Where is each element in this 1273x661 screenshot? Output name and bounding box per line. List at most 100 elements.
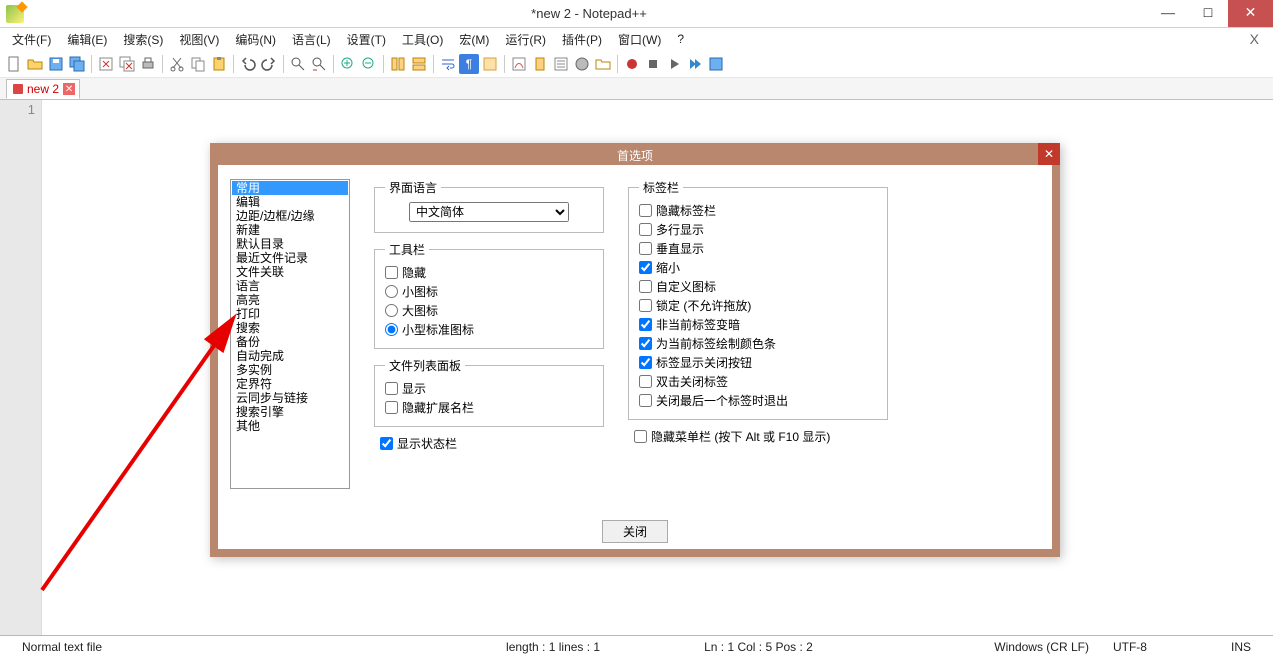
dialog-title-bar: 首选项 ✕ bbox=[210, 143, 1060, 165]
menu-search[interactable]: 搜索(S) bbox=[115, 29, 171, 50]
category-item[interactable]: 边距/边框/边缘 bbox=[232, 209, 348, 223]
minimize-button[interactable]: — bbox=[1148, 0, 1188, 27]
toolbar-small-radio[interactable]: 小图标 bbox=[385, 283, 593, 300]
app-icon bbox=[6, 5, 24, 23]
category-item[interactable]: 自动完成 bbox=[232, 349, 348, 363]
menu-settings[interactable]: 设置(T) bbox=[339, 29, 394, 50]
mdi-close-button[interactable]: X bbox=[1240, 31, 1269, 47]
show-statusbar-check[interactable]: 显示状态栏 bbox=[374, 435, 604, 452]
menu-macro[interactable]: 宏(M) bbox=[451, 29, 497, 50]
tabbar-option[interactable]: 关闭最后一个标签时退出 bbox=[639, 392, 877, 409]
filelist-hideext-check[interactable]: 隐藏扩展名栏 bbox=[385, 399, 593, 416]
tabbar-option[interactable]: 锁定 (不允许拖放) bbox=[639, 297, 877, 314]
category-item[interactable]: 备份 bbox=[232, 335, 348, 349]
category-item[interactable]: 搜索 bbox=[232, 321, 348, 335]
menu-edit[interactable]: 编辑(E) bbox=[59, 29, 115, 50]
play-macro-icon[interactable] bbox=[664, 54, 684, 74]
category-item[interactable]: 新建 bbox=[232, 223, 348, 237]
copy-icon[interactable] bbox=[188, 54, 208, 74]
menu-tools[interactable]: 工具(O) bbox=[394, 29, 451, 50]
toolbar-hide-check[interactable]: 隐藏 bbox=[385, 264, 593, 281]
category-item[interactable]: 其他 bbox=[232, 419, 348, 433]
category-item[interactable]: 多实例 bbox=[232, 363, 348, 377]
save-icon[interactable] bbox=[46, 54, 66, 74]
toolbar-big-radio[interactable]: 大图标 bbox=[385, 302, 593, 319]
menu-encoding[interactable]: 编码(N) bbox=[227, 29, 284, 50]
new-file-icon[interactable] bbox=[4, 54, 24, 74]
sync-h-icon[interactable] bbox=[409, 54, 429, 74]
zoom-out-icon[interactable] bbox=[359, 54, 379, 74]
category-item[interactable]: 最近文件记录 bbox=[232, 251, 348, 265]
save-all-icon[interactable] bbox=[67, 54, 87, 74]
print-icon[interactable] bbox=[138, 54, 158, 74]
open-file-icon[interactable] bbox=[25, 54, 45, 74]
line-number: 1 bbox=[0, 102, 35, 117]
stop-macro-icon[interactable] bbox=[643, 54, 663, 74]
indent-guide-icon[interactable] bbox=[480, 54, 500, 74]
window-title: *new 2 - Notepad++ bbox=[30, 6, 1148, 21]
tabbar-option[interactable]: 垂直显示 bbox=[639, 240, 877, 257]
category-list[interactable]: 常用 编辑 边距/边框/边缘 新建 默认目录 最近文件记录 文件关联 语言 高亮… bbox=[230, 179, 350, 489]
tabbar-option[interactable]: 非当前标签变暗 bbox=[639, 316, 877, 333]
category-item[interactable]: 搜索引擎 bbox=[232, 405, 348, 419]
category-item[interactable]: 高亮 bbox=[232, 293, 348, 307]
menu-help[interactable]: ? bbox=[669, 30, 692, 48]
status-encoding[interactable]: UTF-8 bbox=[1101, 640, 1159, 654]
category-item[interactable]: 语言 bbox=[232, 279, 348, 293]
sync-v-icon[interactable] bbox=[388, 54, 408, 74]
menu-plugins[interactable]: 插件(P) bbox=[554, 29, 610, 50]
tabbar-option[interactable]: 缩小 bbox=[639, 259, 877, 276]
tabbar-option[interactable]: 双击关闭标签 bbox=[639, 373, 877, 390]
menu-file[interactable]: 文件(F) bbox=[4, 29, 59, 50]
play-multi-icon[interactable] bbox=[685, 54, 705, 74]
doc-list-icon[interactable] bbox=[551, 54, 571, 74]
category-item[interactable]: 文件关联 bbox=[232, 265, 348, 279]
file-tab[interactable]: new 2 ✕ bbox=[6, 79, 80, 99]
tabbar-option[interactable]: 隐藏标签栏 bbox=[639, 202, 877, 219]
func-list-icon[interactable] bbox=[572, 54, 592, 74]
category-item[interactable]: 云同步与链接 bbox=[232, 391, 348, 405]
close-all-icon[interactable] bbox=[117, 54, 137, 74]
tab-close-icon[interactable]: ✕ bbox=[63, 83, 75, 95]
title-bar: *new 2 - Notepad++ — □ ✕ bbox=[0, 0, 1273, 28]
filelist-show-check[interactable]: 显示 bbox=[385, 380, 593, 397]
wordwrap-icon[interactable] bbox=[438, 54, 458, 74]
folder-view-icon[interactable] bbox=[593, 54, 613, 74]
zoom-in-icon[interactable] bbox=[338, 54, 358, 74]
close-file-icon[interactable] bbox=[96, 54, 116, 74]
udl-icon[interactable] bbox=[509, 54, 529, 74]
filelist-group: 文件列表面板 显示 隐藏扩展名栏 bbox=[374, 357, 604, 427]
dialog-close-bottom-button[interactable]: 关闭 bbox=[602, 520, 668, 543]
show-all-chars-icon[interactable]: ¶ bbox=[459, 54, 479, 74]
status-insert-mode[interactable]: INS bbox=[1219, 640, 1263, 654]
menu-run[interactable]: 运行(R) bbox=[497, 29, 554, 50]
undo-icon[interactable] bbox=[238, 54, 258, 74]
ui-language-select[interactable]: 中文简体 bbox=[409, 202, 569, 222]
paste-icon[interactable] bbox=[209, 54, 229, 74]
hide-menubar-check[interactable]: 隐藏菜单栏 (按下 Alt 或 F10 显示) bbox=[628, 428, 888, 445]
category-item[interactable]: 默认目录 bbox=[232, 237, 348, 251]
maximize-button[interactable]: □ bbox=[1188, 0, 1228, 27]
menu-window[interactable]: 窗口(W) bbox=[610, 29, 669, 50]
tabbar-option[interactable]: 标签显示关闭按钮 bbox=[639, 354, 877, 371]
category-item[interactable]: 编辑 bbox=[232, 195, 348, 209]
tabbar-option[interactable]: 自定义图标 bbox=[639, 278, 877, 295]
redo-icon[interactable] bbox=[259, 54, 279, 74]
cut-icon[interactable] bbox=[167, 54, 187, 74]
status-eol[interactable]: Windows (CR LF) bbox=[982, 640, 1101, 654]
replace-icon[interactable] bbox=[309, 54, 329, 74]
toolbar-std-radio[interactable]: 小型标准图标 bbox=[385, 321, 593, 338]
category-item[interactable]: 常用 bbox=[232, 181, 348, 195]
dialog-close-button[interactable]: ✕ bbox=[1038, 143, 1060, 165]
window-close-button[interactable]: ✕ bbox=[1228, 0, 1273, 27]
tabbar-option[interactable]: 为当前标签绘制颜色条 bbox=[639, 335, 877, 352]
menu-language[interactable]: 语言(L) bbox=[284, 29, 339, 50]
category-item[interactable]: 定界符 bbox=[232, 377, 348, 391]
category-item[interactable]: 打印 bbox=[232, 307, 348, 321]
find-icon[interactable] bbox=[288, 54, 308, 74]
save-macro-icon[interactable] bbox=[706, 54, 726, 74]
menu-view[interactable]: 视图(V) bbox=[171, 29, 227, 50]
doc-map-icon[interactable] bbox=[530, 54, 550, 74]
record-macro-icon[interactable] bbox=[622, 54, 642, 74]
tabbar-option[interactable]: 多行显示 bbox=[639, 221, 877, 238]
